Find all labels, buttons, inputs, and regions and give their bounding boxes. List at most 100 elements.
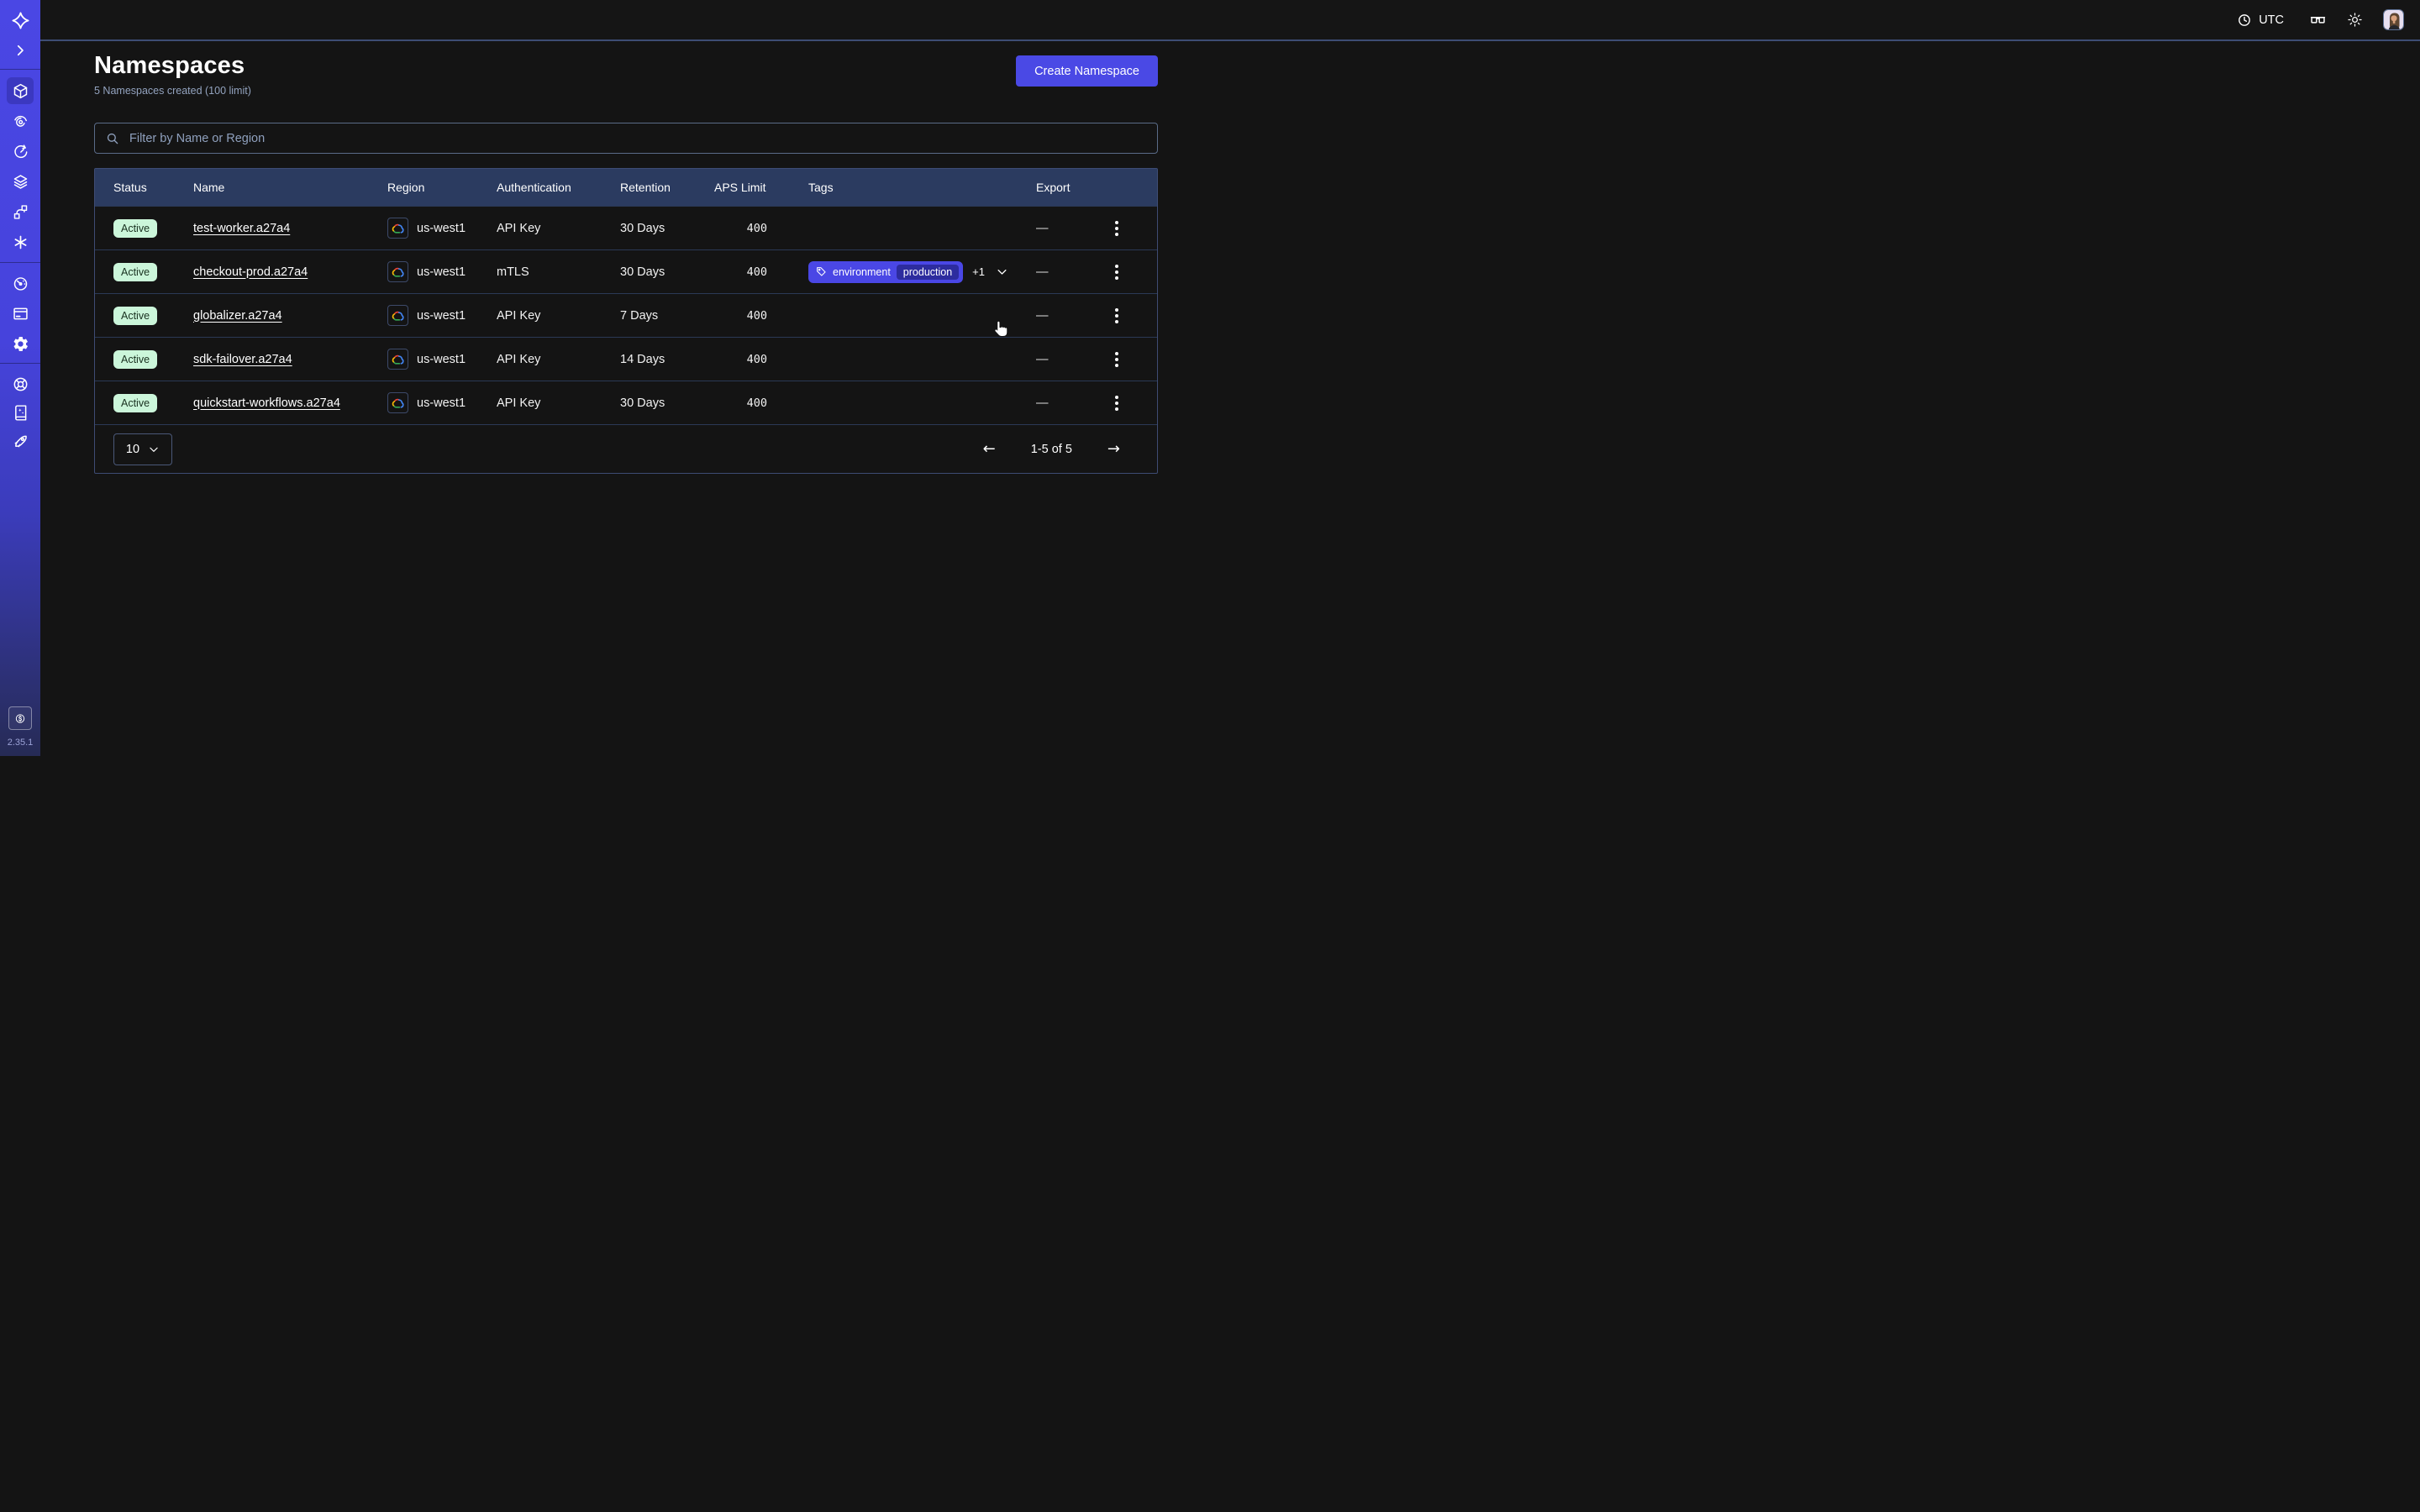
prev-page-button[interactable]: ← [978,441,1001,458]
page-range-label: 1-5 of 5 [1031,443,1072,456]
tags-cell: environment production +1 [808,261,1036,283]
region-label: us-west1 [417,396,466,410]
page-size-select[interactable]: 10 [113,433,172,465]
col-name: Name [193,181,387,194]
namespace-link[interactable]: test-worker.a27a4 [193,222,290,235]
tag-key: environment [833,266,891,278]
tag-more-count: +1 [972,265,985,278]
billing-window-icon [12,305,29,323]
table-header: Status Name Region Authentication Retent… [95,169,1157,206]
table-row: Active sdk-failover.a27a4 us-west1 API K… [95,337,1157,381]
namespace-link[interactable]: checkout-prod.a27a4 [193,265,308,279]
asterisk-icon [12,234,29,251]
aps-limit-cell: 400 [714,396,808,410]
sidebar-item-usage[interactable] [7,270,34,297]
book-icon [12,404,29,422]
tag-icon [816,266,827,277]
retention-cell: 14 Days [620,353,714,366]
region-label: us-west1 [417,222,466,235]
gcp-region-icon [387,218,408,239]
auth-cell: mTLS [497,265,620,279]
timezone-label: UTC [2259,13,2284,27]
topbar: UTC [40,0,2420,41]
chevron-down-icon [148,444,160,455]
table-row: Active test-worker.a27a4 us-west1 API Ke… [95,206,1157,249]
rocket-icon [12,433,29,450]
layers-icon [12,173,29,191]
status-badge: Active [113,263,157,281]
namespace-link[interactable]: sdk-failover.a27a4 [193,353,292,366]
aps-limit-cell: 400 [714,222,808,235]
export-cell: — [1036,396,1102,410]
sidebar-item-support[interactable] [7,370,34,397]
row-menu-button[interactable] [1110,303,1123,328]
sun-icon [2347,12,2363,28]
filter-input[interactable] [128,131,1147,146]
page-title: Namespaces [94,51,251,80]
status-badge: Active [113,219,157,238]
timer-icon [12,143,29,160]
sidebar-item-settings[interactable] [7,330,34,357]
namespace-link[interactable]: globalizer.a27a4 [193,309,282,323]
status-badge: Active [113,394,157,412]
auth-cell: API Key [497,222,620,235]
labs-button[interactable] [2309,11,2327,29]
table-row: Active quickstart-workflows.a27a4 us-wes… [95,381,1157,424]
gcp-region-icon [387,349,408,370]
sidebar-divider [0,363,40,364]
namespace-link[interactable]: quickstart-workflows.a27a4 [193,396,340,410]
theme-toggle-button[interactable] [2347,12,2363,28]
next-page-button[interactable]: → [1102,441,1125,458]
col-tags: Tags [808,181,1036,194]
main-content: Namespaces 5 Namespaces created (100 lim… [40,0,1210,474]
export-cell: — [1036,222,1102,235]
credits-button[interactable] [8,706,32,730]
sidebar-expand-button[interactable] [10,40,30,60]
chevron-down-icon [996,265,1008,278]
glasses-icon [2309,11,2327,29]
aps-limit-cell: 400 [714,265,808,279]
dollar-badge-icon [14,711,26,727]
gcp-region-icon [387,392,408,413]
table-footer: 10 ← 1-5 of 5 → [95,424,1157,473]
tags-expand-button[interactable] [994,264,1010,280]
gcp-region-icon [387,305,408,326]
sidebar-item-docs[interactable] [7,399,34,426]
sidebar-item-timer[interactable] [7,138,34,165]
temporal-logo-icon [10,10,30,30]
row-menu-button[interactable] [1110,216,1123,241]
sidebar-item-spiral[interactable] [7,108,34,134]
region-label: us-west1 [417,265,466,279]
tag-chip[interactable]: environment production [808,261,963,283]
auth-cell: API Key [497,396,620,410]
auth-cell: API Key [497,309,620,323]
sidebar-item-getting-started[interactable] [7,428,34,454]
sidebar-divider [0,262,40,263]
col-aps-limit: APS Limit [714,181,808,194]
sidebar-item-branch[interactable] [7,198,34,225]
col-export: Export [1036,181,1102,194]
row-menu-button[interactable] [1110,260,1123,285]
region-label: us-west1 [417,309,466,323]
avatar[interactable] [2383,9,2404,30]
row-menu-button[interactable] [1110,347,1123,372]
retention-cell: 30 Days [620,396,714,410]
auth-cell: API Key [497,353,620,366]
create-namespace-button[interactable]: Create Namespace [1016,55,1158,87]
col-status: Status [113,181,193,194]
export-cell: — [1036,265,1102,279]
retention-cell: 30 Days [620,265,714,279]
sidebar-item-namespaces[interactable] [7,77,34,104]
status-badge: Active [113,307,157,325]
timezone-button[interactable]: UTC [2232,12,2289,29]
sidebar-item-layers[interactable] [7,168,34,195]
sidebar-item-billing[interactable] [7,300,34,327]
namespace-count: 5 Namespaces created (100 limit) [94,85,251,97]
table-row: Active checkout-prod.a27a4 us-west1 mTLS… [95,249,1157,293]
table-row: Active globalizer.a27a4 us-west1 API Key… [95,293,1157,337]
aps-limit-cell: 400 [714,309,808,323]
gauge-icon [12,275,29,292]
col-authentication: Authentication [497,181,620,194]
sidebar-item-asterisk[interactable] [7,228,34,255]
row-menu-button[interactable] [1110,391,1123,416]
